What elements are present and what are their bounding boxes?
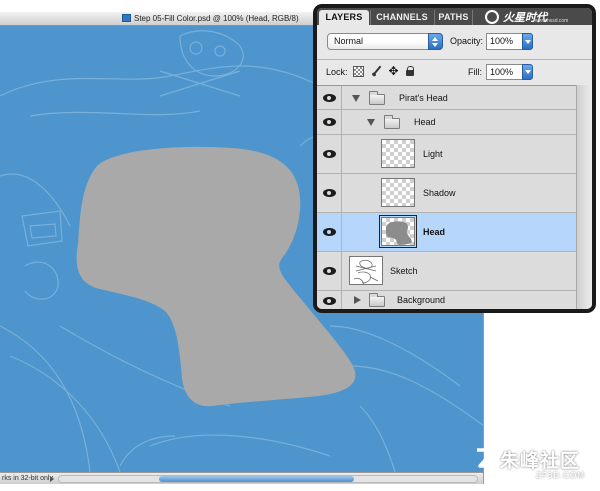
layer-name[interactable]: Head (414, 117, 436, 127)
visibility-toggle[interactable] (317, 213, 342, 251)
select-arrows-icon[interactable] (428, 33, 443, 50)
tab-layers[interactable]: LAYERS (319, 10, 369, 25)
opacity-label: Opacity: (450, 36, 484, 46)
eye-icon[interactable] (323, 150, 336, 158)
tab-channels[interactable]: CHANNELS (370, 10, 433, 25)
layer-name[interactable]: Shadow (423, 188, 456, 198)
lock-image-pixels-brush-icon[interactable] (371, 66, 382, 77)
eye-icon[interactable] (323, 189, 336, 197)
layer-thumbnail-transparent (381, 178, 415, 207)
eye-icon[interactable] (323, 228, 336, 236)
status-text: rks in 32-bit only (2, 475, 53, 482)
opacity-dropdown-arrow-icon[interactable] (522, 33, 533, 50)
hxsd-logo-url: www.hxsd.com (535, 18, 569, 24)
visibility-toggle[interactable] (317, 291, 342, 309)
eye-icon[interactable] (323, 93, 336, 102)
visibility-toggle[interactable] (317, 135, 342, 173)
tab-paths[interactable]: PATHS (434, 10, 473, 25)
lock-position-move-icon[interactable]: ✥ (388, 65, 399, 77)
eye-icon[interactable] (323, 267, 336, 275)
eye-icon[interactable] (323, 296, 336, 305)
disclosure-triangle-open-icon[interactable] (367, 119, 375, 126)
status-menu-arrow-icon[interactable] (50, 476, 54, 482)
folder-icon (384, 115, 400, 129)
layer-row-light[interactable]: Light (317, 135, 576, 174)
layers-panel-body: LAYERS CHANNELS PATHS 火星时代 www.hxsd.com … (317, 8, 592, 309)
layer-row-shadow[interactable]: Shadow (317, 174, 576, 213)
horizontal-scrollbar[interactable] (58, 475, 478, 483)
eye-icon[interactable] (323, 118, 336, 126)
lock-all-padlock-icon[interactable] (405, 66, 416, 77)
fill-input[interactable]: 100% (486, 64, 523, 80)
layer-row-head-group[interactable]: Head (317, 110, 576, 135)
hxsd-watermark-logo: 火星时代 www.hxsd.com (485, 9, 590, 25)
layer-name[interactable]: Light (423, 149, 443, 159)
zf3d-watermark: 朱峰社区 ZF3D.COM (474, 444, 594, 486)
layer-list: Pirat's Head Head Light Shadow Head Sket… (317, 85, 576, 309)
document-title-wrap: Step 05-Fill Color.psd @ 100% (Head, RGB… (122, 12, 299, 26)
watermark-url: ZF3D.COM (536, 471, 585, 480)
folder-icon (369, 293, 385, 307)
layers-panel: LAYERS CHANNELS PATHS 火星时代 www.hxsd.com … (313, 4, 596, 313)
visibility-toggle[interactable] (317, 86, 342, 109)
layer-name[interactable]: Pirat's Head (399, 93, 448, 103)
horizontal-scroll-thumb[interactable] (159, 476, 354, 482)
layer-thumbnail-head-shape (379, 215, 417, 248)
psd-file-icon (122, 14, 131, 22)
blend-mode-select[interactable]: Normal (327, 33, 443, 50)
head-thumbnail-shape (386, 221, 412, 245)
visibility-toggle[interactable] (317, 252, 342, 290)
document-status-bar: rks in 32-bit only (0, 472, 483, 484)
sketch-thumbnail-lines (353, 259, 379, 285)
layer-row-sketch[interactable]: Sketch (317, 252, 576, 291)
lock-transparent-pixels-icon[interactable] (353, 66, 364, 77)
visibility-toggle[interactable] (317, 174, 342, 212)
layer-thumbnail-transparent (381, 139, 415, 168)
panel-tab-bar: LAYERS CHANNELS PATHS 火星时代 www.hxsd.com (317, 8, 592, 25)
disclosure-triangle-open-icon[interactable] (352, 95, 360, 102)
opacity-input[interactable]: 100% (486, 33, 523, 50)
layer-row-head-selected[interactable]: Head (317, 213, 576, 252)
lock-label: Lock: (326, 67, 348, 77)
layer-row-background-group[interactable]: Background (317, 291, 576, 309)
disclosure-triangle-closed-icon[interactable] (354, 296, 361, 304)
layer-row-pirats-head-group[interactable]: Pirat's Head (317, 86, 576, 110)
layer-thumbnail-sketch (349, 256, 383, 285)
visibility-toggle[interactable] (317, 110, 342, 134)
layer-name[interactable]: Background (397, 295, 445, 305)
zf3d-logo-icon (477, 448, 496, 468)
hxsd-logo-icon (485, 10, 499, 24)
folder-icon (369, 91, 385, 105)
fill-dropdown-arrow-icon[interactable] (522, 64, 533, 80)
panel-divider (317, 59, 592, 60)
layer-list-scrollbar[interactable] (576, 85, 592, 309)
document-title: Step 05-Fill Color.psd @ 100% (Head, RGB… (134, 14, 299, 23)
layer-name[interactable]: Head (423, 227, 445, 237)
fill-label: Fill: (468, 67, 482, 77)
layer-name[interactable]: Sketch (390, 266, 418, 276)
blend-mode-value: Normal (334, 36, 364, 46)
watermark-text: 朱峰社区 (500, 451, 581, 472)
